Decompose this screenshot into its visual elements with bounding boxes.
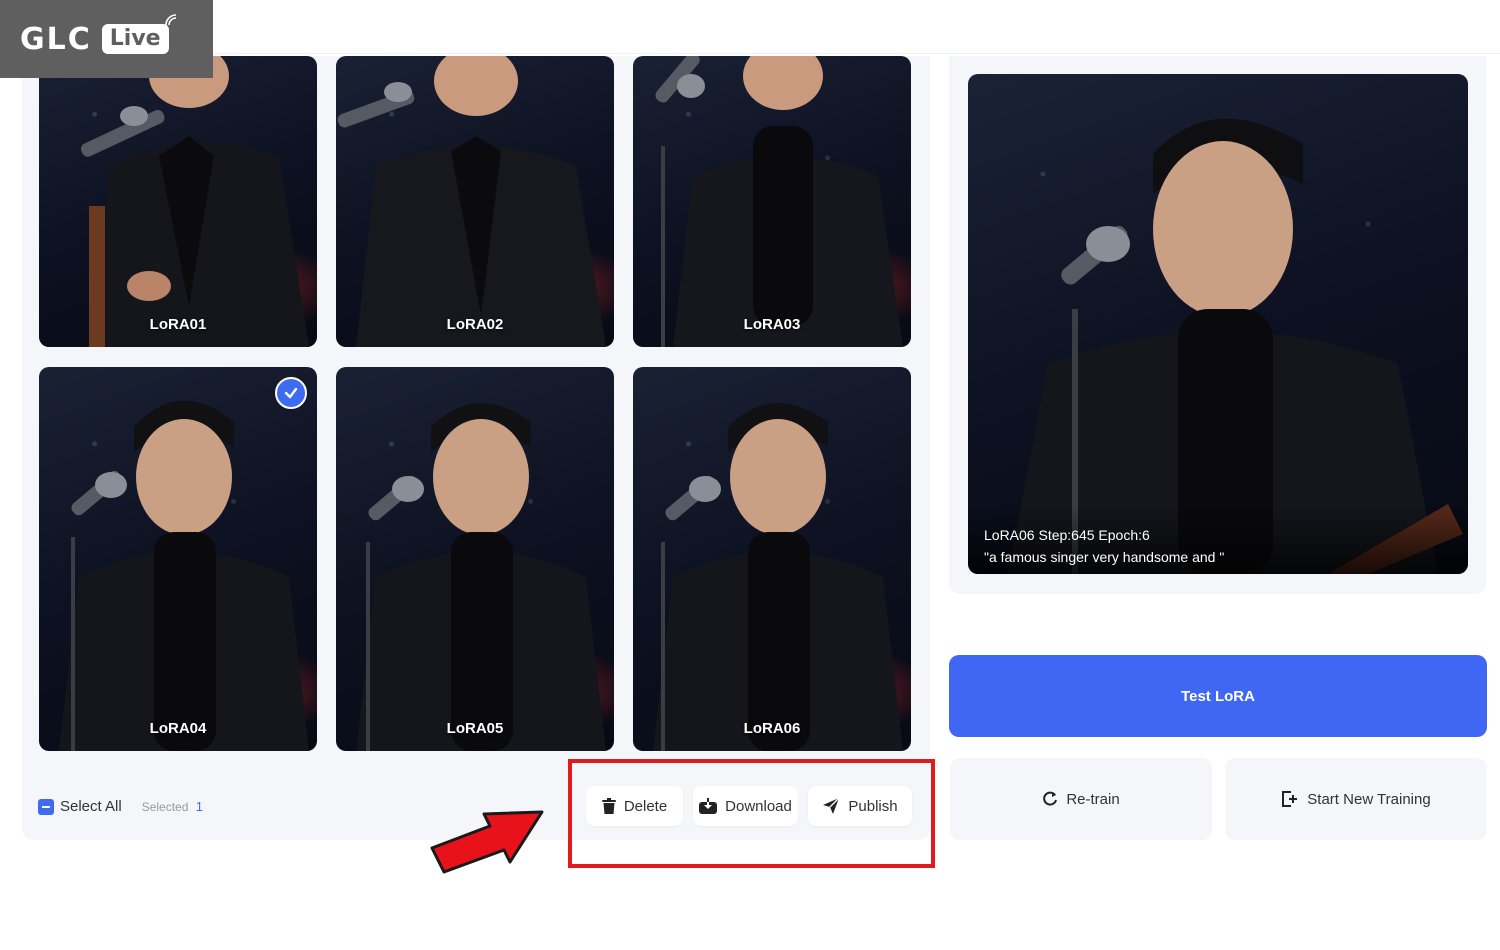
singer-image bbox=[653, 403, 903, 751]
start-new-training-button[interactable]: Start New Training bbox=[1225, 758, 1487, 840]
logo-live-badge: Live bbox=[101, 14, 176, 54]
preview-card: LoRA06 Step:645 Epoch:6 "a famous singer… bbox=[949, 56, 1487, 594]
gallery-tile[interactable]: LoRA06 bbox=[633, 367, 911, 751]
logo-badge-text: Live bbox=[109, 26, 161, 51]
retrain-label: Re-train bbox=[1066, 790, 1120, 808]
selected-count: 1 bbox=[195, 799, 203, 814]
caption-prompt: "a famous singer very handsome and " bbox=[984, 549, 1225, 565]
new-training-icon bbox=[1282, 791, 1298, 807]
singer-image bbox=[337, 56, 606, 347]
gallery-tile[interactable]: LoRA05 bbox=[336, 367, 614, 751]
retrain-button[interactable]: Re-train bbox=[950, 758, 1212, 840]
gallery-tile-selected[interactable]: LoRA04 bbox=[39, 367, 317, 751]
singer-image bbox=[655, 56, 903, 347]
tile-label: LoRA04 bbox=[149, 720, 207, 737]
selected-label: Selected bbox=[141, 800, 189, 814]
tile-label: LoRA06 bbox=[743, 720, 801, 737]
glc-live-logo: GLC Live bbox=[0, 0, 213, 78]
caption-meta: LoRA06 Step:645 Epoch:6 bbox=[984, 527, 1150, 543]
preview-caption: LoRA06 Step:645 Epoch:6 "a famous singer… bbox=[968, 504, 1468, 574]
broadcast-icon bbox=[164, 14, 176, 26]
preview-image[interactable]: LoRA06 Step:645 Epoch:6 "a famous singer… bbox=[968, 74, 1468, 574]
logo-brand: GLC bbox=[20, 21, 92, 57]
select-all-label: Select All bbox=[60, 798, 122, 815]
singer-image bbox=[59, 400, 309, 751]
selected-summary: Selected 1 bbox=[142, 799, 203, 814]
select-all-checkbox[interactable] bbox=[38, 798, 54, 815]
gallery-tile[interactable]: LoRA03 bbox=[633, 56, 911, 347]
singer-preview-image bbox=[1008, 118, 1463, 574]
select-all-control[interactable]: Select All Selected 1 bbox=[38, 798, 203, 815]
tile-label: LoRA02 bbox=[446, 316, 504, 333]
tile-label: LoRA05 bbox=[446, 720, 504, 737]
tile-label: LoRA01 bbox=[149, 316, 207, 333]
tile-label: LoRA03 bbox=[743, 316, 801, 333]
app-stage: GLC Live LoRA01 LoRA02 LoRA03 LoRA04 LoR… bbox=[0, 0, 1500, 950]
refresh-icon bbox=[1043, 791, 1058, 806]
test-lora-label: Test LoRA bbox=[1181, 687, 1255, 705]
annotation-arrow-icon bbox=[430, 810, 544, 874]
test-lora-button[interactable]: Test LoRA bbox=[949, 655, 1487, 737]
top-bar bbox=[0, 0, 1500, 54]
annotation-highlight-box bbox=[568, 759, 935, 868]
selected-check-icon[interactable] bbox=[275, 377, 307, 409]
gallery-tile[interactable]: LoRA02 bbox=[336, 56, 614, 347]
gallery-tile[interactable]: LoRA01 bbox=[39, 56, 317, 347]
new-training-label: Start New Training bbox=[1307, 790, 1431, 808]
singer-image bbox=[356, 403, 606, 751]
singer-image bbox=[80, 56, 309, 347]
